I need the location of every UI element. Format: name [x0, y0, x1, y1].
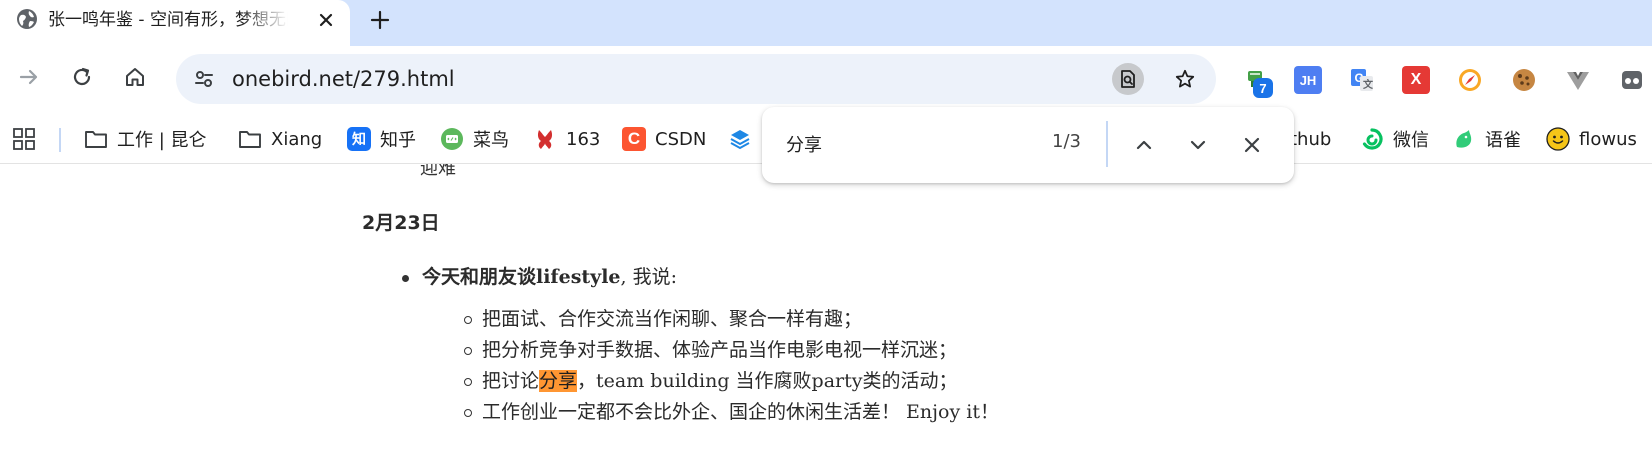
- partially-hidden-line: 迎难: [420, 164, 456, 179]
- home-icon[interactable]: [118, 60, 152, 94]
- find-bar: 分享 1/3: [762, 107, 1294, 183]
- bookmark-runoob[interactable]: 菜鸟: [440, 124, 509, 154]
- bookmark-folder-xiang[interactable]: Xiang: [238, 124, 322, 154]
- tune-icon[interactable]: [190, 65, 218, 93]
- list-item-text: 把面试、合作交流当作闲聊、聚合一样有趣；: [482, 308, 863, 330]
- bookmark-label: 知乎: [380, 130, 416, 151]
- chevron-up-icon[interactable]: [1128, 129, 1160, 161]
- date-heading: 2月23日: [362, 212, 440, 234]
- url-text[interactable]: onebird.net/279.html: [232, 66, 455, 92]
- bullet-item: 今天和朋友谈lifestyle, 我说:: [422, 262, 677, 289]
- list-item-text-after: ，team building 当作腐败party类的活动；: [577, 370, 958, 392]
- cookie-extension-icon[interactable]: [1510, 66, 1538, 94]
- extension-badge: 7: [1253, 78, 1273, 98]
- yuque-icon: [1452, 127, 1476, 151]
- bookmark-yuque[interactable]: 语雀: [1452, 124, 1521, 154]
- find-highlight: 分享: [539, 370, 578, 392]
- find-match-count: 1/3: [1052, 131, 1081, 152]
- zhihu-icon: 知: [347, 127, 371, 151]
- svg-text:文: 文: [1363, 78, 1374, 91]
- x-extension-icon[interactable]: X: [1402, 66, 1430, 94]
- close-icon[interactable]: [312, 6, 340, 34]
- find-separator: [1106, 121, 1108, 167]
- bullet-bold-text: 今天和朋友谈lifestyle: [422, 266, 621, 288]
- arrow-forward-icon[interactable]: [12, 60, 46, 94]
- sub-list: 把面试、合作交流当作闲聊、聚合一样有趣； 把分析竞争对手数据、体验产品当作电影电…: [462, 304, 999, 428]
- google-translate-extension-icon[interactable]: G文: [1348, 66, 1376, 94]
- chevron-down-icon[interactable]: [1182, 129, 1214, 161]
- 163-icon: [533, 127, 557, 151]
- circle-bullet-icon: [464, 316, 472, 324]
- bookmark-github[interactable]: thub: [1290, 124, 1331, 154]
- bookmark-label: 163: [566, 128, 601, 150]
- active-tab[interactable]: 张一鸣年鉴 - 空间有形，梦想无限: [0, 0, 350, 46]
- layers-icon: [728, 127, 752, 151]
- bookmark-wechat[interactable]: 微信: [1360, 124, 1429, 154]
- bullet-marker: [402, 275, 409, 282]
- page-content: 迎难 2月23日 今天和朋友谈lifestyle, 我说: 把面试、合作交流当作…: [0, 164, 1652, 460]
- list-item-text: 把分析竞争对手数据、体验产品当作电影电视一样沉迷；: [482, 339, 958, 361]
- list-item-text: 工作创业一定都不会比外企、国企的休闲生活差！ Enjoy it！: [482, 401, 999, 423]
- bookmark-label: 菜鸟: [473, 130, 509, 151]
- circle-bullet-icon: [464, 378, 472, 386]
- plus-icon[interactable]: [364, 4, 396, 36]
- bookmark-label: thub: [1290, 128, 1332, 150]
- list-item: 把面试、合作交流当作闲聊、聚合一样有趣；: [462, 304, 999, 335]
- tab-title: 张一鸣年鉴 - 空间有形，梦想无限: [48, 10, 288, 30]
- vue-extension-icon[interactable]: [1564, 66, 1592, 94]
- wechat-icon: [1360, 127, 1384, 151]
- browser-toolbar: onebird.net/279.html 7 JH G文 X: [0, 46, 1652, 116]
- bookmark-flowus[interactable]: flowus: [1546, 124, 1637, 154]
- list-item: 把讨论分享，team building 当作腐败party类的活动；: [462, 366, 999, 397]
- csdn-icon: C: [622, 127, 646, 151]
- bookmarks-separator: [59, 128, 61, 152]
- tab-strip: 张一鸣年鉴 - 空间有形，梦想无限: [0, 0, 1652, 46]
- list-item: 把分析竞争对手数据、体验产品当作电影电视一样沉迷；: [462, 335, 999, 366]
- folder-icon: [84, 127, 108, 151]
- circle-bullet-icon: [464, 347, 472, 355]
- list-item-text-before: 把讨论: [482, 370, 540, 392]
- bookmark-label: Xiang: [271, 128, 323, 150]
- bookmark-label: flowus: [1579, 128, 1637, 150]
- globe-icon: [16, 8, 38, 30]
- bookmark-folder-work[interactable]: 工作 | 昆仑: [84, 124, 207, 154]
- reload-icon[interactable]: [65, 60, 99, 94]
- folder-icon: [238, 127, 262, 151]
- incognito-extension-icon[interactable]: [1618, 66, 1646, 94]
- jh-extension-icon[interactable]: JH: [1294, 66, 1322, 94]
- bookmark-label: 工作 | 昆仑: [117, 130, 207, 151]
- compass-extension-icon[interactable]: [1456, 66, 1484, 94]
- apps-grid-icon[interactable]: [12, 124, 36, 154]
- find-input[interactable]: 分享: [786, 131, 822, 157]
- address-bar[interactable]: onebird.net/279.html: [176, 54, 1216, 104]
- bookmark-163[interactable]: 163: [533, 124, 600, 154]
- bookmark-zhihu[interactable]: 知 知乎: [347, 124, 416, 154]
- list-item: 工作创业一定都不会比外企、国企的休闲生活差！ Enjoy it！: [462, 397, 999, 428]
- bookmark-label: CSDN: [655, 128, 707, 150]
- bookmark-csdn[interactable]: C CSDN: [622, 124, 706, 154]
- bookmark-label: 语雀: [1485, 130, 1521, 151]
- find-in-page-icon[interactable]: [1112, 63, 1144, 95]
- star-icon[interactable]: [1170, 64, 1200, 94]
- circle-bullet-icon: [464, 409, 472, 417]
- flowus-icon: [1546, 127, 1570, 151]
- bookmark-label: 微信: [1393, 130, 1429, 151]
- runoob-icon: [440, 127, 464, 151]
- close-icon[interactable]: [1236, 129, 1268, 161]
- bookmark-layers[interactable]: [728, 124, 761, 154]
- bullet-rest-text: , 我说:: [620, 266, 678, 288]
